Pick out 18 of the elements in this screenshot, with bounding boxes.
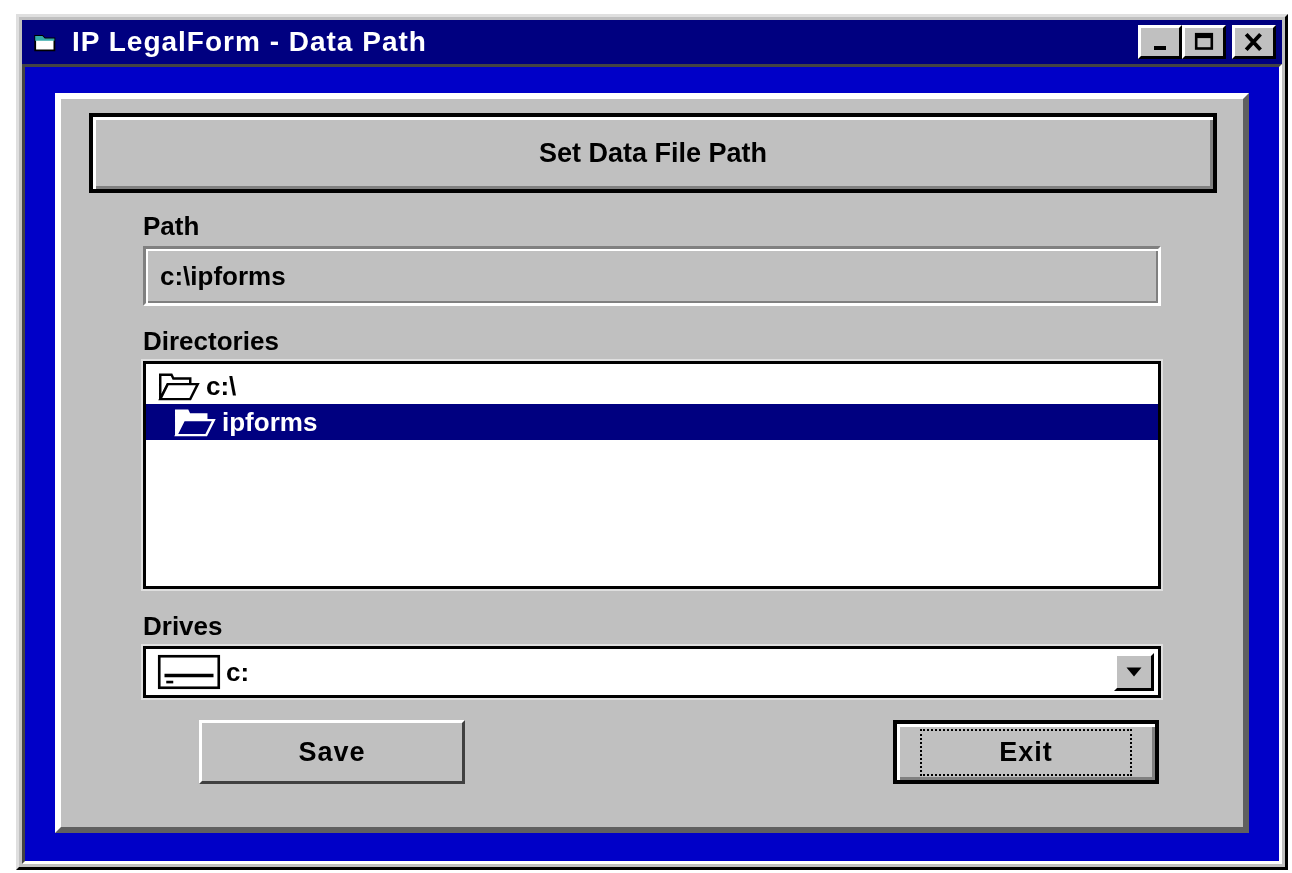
minimize-icon — [1154, 46, 1166, 50]
drives-label: Drives — [143, 611, 223, 642]
drive-dropdown[interactable]: c: — [143, 646, 1161, 698]
folder-icon — [156, 371, 202, 401]
path-label: Path — [143, 211, 200, 242]
save-button[interactable]: Save — [199, 720, 465, 784]
close-button[interactable] — [1232, 25, 1276, 59]
exit-button[interactable]: Exit — [893, 720, 1159, 784]
directory-item[interactable]: ipforms — [146, 404, 1158, 440]
folder-icon — [34, 32, 58, 52]
directories-label: Directories — [143, 326, 279, 357]
maximize-button[interactable] — [1182, 25, 1226, 59]
directory-item[interactable]: c:\ — [146, 368, 1158, 404]
window-title: IP LegalForm - Data Path — [72, 26, 428, 58]
minimize-button[interactable] — [1138, 25, 1182, 59]
open-folder-icon — [172, 407, 218, 437]
path-field[interactable]: c:\ipforms — [143, 246, 1161, 306]
form-header: Set Data File Path — [89, 113, 1217, 193]
